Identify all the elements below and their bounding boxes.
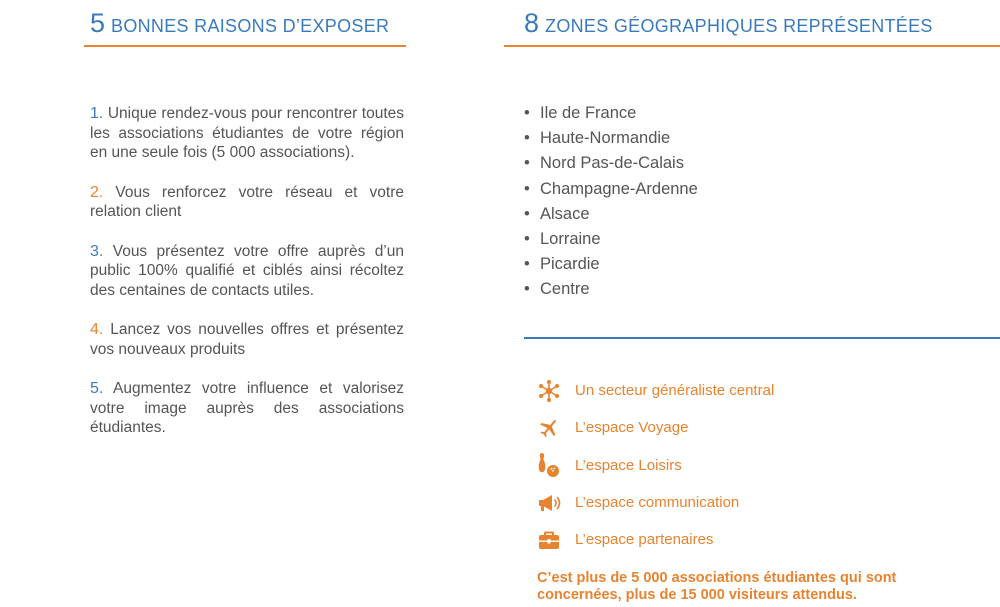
zone-label: Nord Pas-de-Calais xyxy=(540,154,684,173)
reason-text: Unique rendez-vous pour rencontrer toute… xyxy=(90,105,404,161)
zone-item: • Haute-Normandie xyxy=(524,128,698,153)
space-label: L’espace Loisirs xyxy=(575,456,682,474)
bowling-icon xyxy=(536,452,562,478)
reason-text: Vous présentez votre offre auprès d’un p… xyxy=(90,242,404,299)
heading-number: 8 xyxy=(524,8,540,38)
zone-label: Lorraine xyxy=(540,229,601,248)
reason-item: 3. Vous présentez votre offre auprès d’u… xyxy=(90,242,404,301)
left-section-heading: 5 BONNES RAISONS D’EXPOSER xyxy=(90,8,389,39)
left-heading-rule xyxy=(84,45,406,47)
bullet: • xyxy=(524,280,530,299)
right-heading-rule xyxy=(504,45,1000,47)
network-icon xyxy=(536,378,562,404)
heading-number: 5 xyxy=(90,8,106,38)
zone-label: Centre xyxy=(540,280,590,299)
airplane-icon xyxy=(536,415,562,441)
zone-item: • Alsace xyxy=(524,204,698,229)
zone-item: • Lorraine xyxy=(524,229,698,254)
reason-item: 5. Augmentez votre influence et valorise… xyxy=(90,379,404,438)
zone-item: • Champagne-Ardenne xyxy=(524,179,698,204)
zone-item: • Picardie xyxy=(524,254,698,279)
heading-text: ZONES GÉOGRAPHIQUES REPRÉSENTÉES xyxy=(545,16,933,36)
reasons-list: 1. Unique rendez-vous pour rencontrer to… xyxy=(90,104,404,458)
space-label: L’espace partenaires xyxy=(575,531,714,549)
reason-number: 5. xyxy=(90,380,104,397)
bullet: • xyxy=(524,154,530,173)
zone-label: Champagne-Ardenne xyxy=(540,179,698,198)
space-item: L’espace partenaires xyxy=(536,521,774,558)
briefcase-icon xyxy=(536,527,562,553)
reason-item: 2. Vous renforcez votre réseau et votre … xyxy=(90,183,404,222)
reason-text: Augmentez votre influence et valorisez v… xyxy=(90,380,404,436)
space-item: L’espace Loisirs xyxy=(536,447,774,484)
reason-number: 3. xyxy=(90,242,104,260)
spaces-list: Un secteur généraliste central L’espace … xyxy=(536,372,774,558)
zone-label: Picardie xyxy=(540,255,600,274)
bullet: • xyxy=(524,255,530,274)
space-label: Un secteur généraliste central xyxy=(575,382,775,400)
bullet: • xyxy=(524,104,530,122)
right-section-heading: 8 ZONES GÉOGRAPHIQUES REPRÉSENTÉES xyxy=(524,8,933,39)
heading-text: BONNES RAISONS D’EXPOSER xyxy=(111,16,390,36)
space-item: L’espace Voyage xyxy=(536,409,774,446)
bullet: • xyxy=(524,179,530,198)
bullet: • xyxy=(524,229,530,248)
zones-list: • Ile de France • Haute-Normandie • Nord Pa… xyxy=(524,103,698,305)
space-label: L’espace communication xyxy=(575,494,740,512)
reason-number: 1. xyxy=(90,105,104,122)
bullet: • xyxy=(524,129,530,148)
zone-item: • Ile de France xyxy=(524,103,698,128)
zone-item: • Centre xyxy=(524,279,698,304)
space-item: L’espace communication xyxy=(536,484,774,521)
megaphone-icon xyxy=(536,490,562,516)
space-label: L’espace Voyage xyxy=(575,419,689,437)
zone-label: Haute-Normandie xyxy=(540,129,671,148)
space-item: Un secteur généraliste central xyxy=(536,372,774,409)
bullet: • xyxy=(524,204,530,223)
reason-item: 4. Lancez vos nouvelles offres et présen… xyxy=(90,320,404,359)
reason-number: 4. xyxy=(90,321,104,338)
footer-note: C’est plus de 5 000 associations étudian… xyxy=(537,570,897,603)
zone-label: Alsace xyxy=(540,204,590,223)
zones-divider xyxy=(524,337,1000,339)
zone-item: • Nord Pas-de-Calais xyxy=(524,153,698,178)
zone-label: Ile de France xyxy=(540,104,637,122)
reason-text: Vous renforcez votre réseau et votre rel… xyxy=(90,183,404,221)
reason-text: Lancez vos nouvelles offres et présentez… xyxy=(90,321,404,358)
reason-item: 1. Unique rendez-vous pour rencontrer to… xyxy=(90,104,404,163)
reason-number: 2. xyxy=(90,183,104,201)
